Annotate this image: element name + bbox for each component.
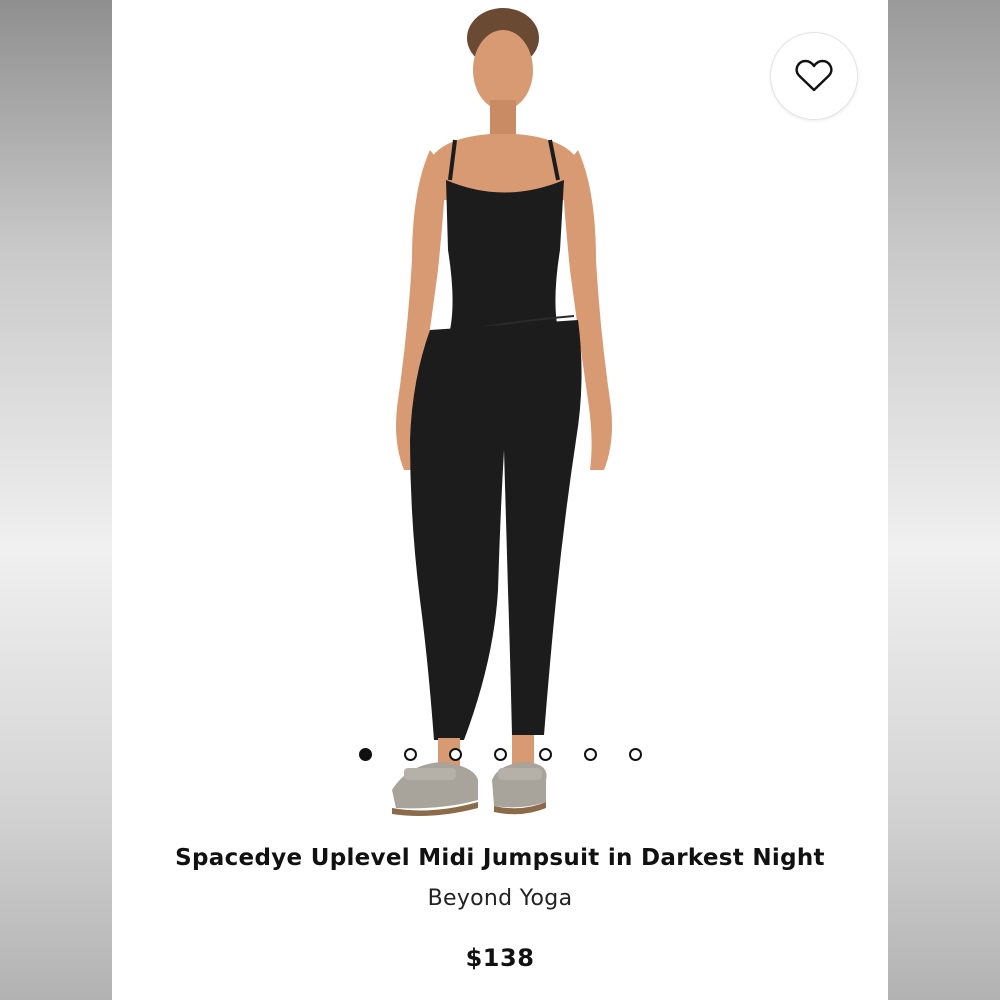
carousel-dot-4[interactable] [493,748,507,761]
carousel-dot-5[interactable] [538,748,552,761]
product-brand[interactable]: Beyond Yoga [112,886,888,911]
carousel-indicator [112,748,888,761]
product-image[interactable] [112,0,888,830]
product-price: $138 [465,944,535,972]
heart-outline-icon [795,59,833,92]
product-title[interactable]: Spacedye Uplevel Midi Jumpsuit in Darkes… [112,845,888,871]
carousel-dot-7[interactable] [628,748,642,761]
carousel-dot-2[interactable] [403,748,417,761]
favorite-button[interactable] [770,32,858,120]
blurred-backdrop-right [888,0,1000,1000]
screenshot-frame: Spacedye Uplevel Midi Jumpsuit in Darkes… [0,0,1000,1000]
carousel-dot-3[interactable] [448,748,462,761]
model-figure-illustration [392,8,612,816]
blurred-backdrop-left [0,0,112,1000]
product-card: Spacedye Uplevel Midi Jumpsuit in Darkes… [112,0,888,1000]
carousel-dot-1[interactable] [358,748,372,761]
carousel-dot-6[interactable] [583,748,597,761]
